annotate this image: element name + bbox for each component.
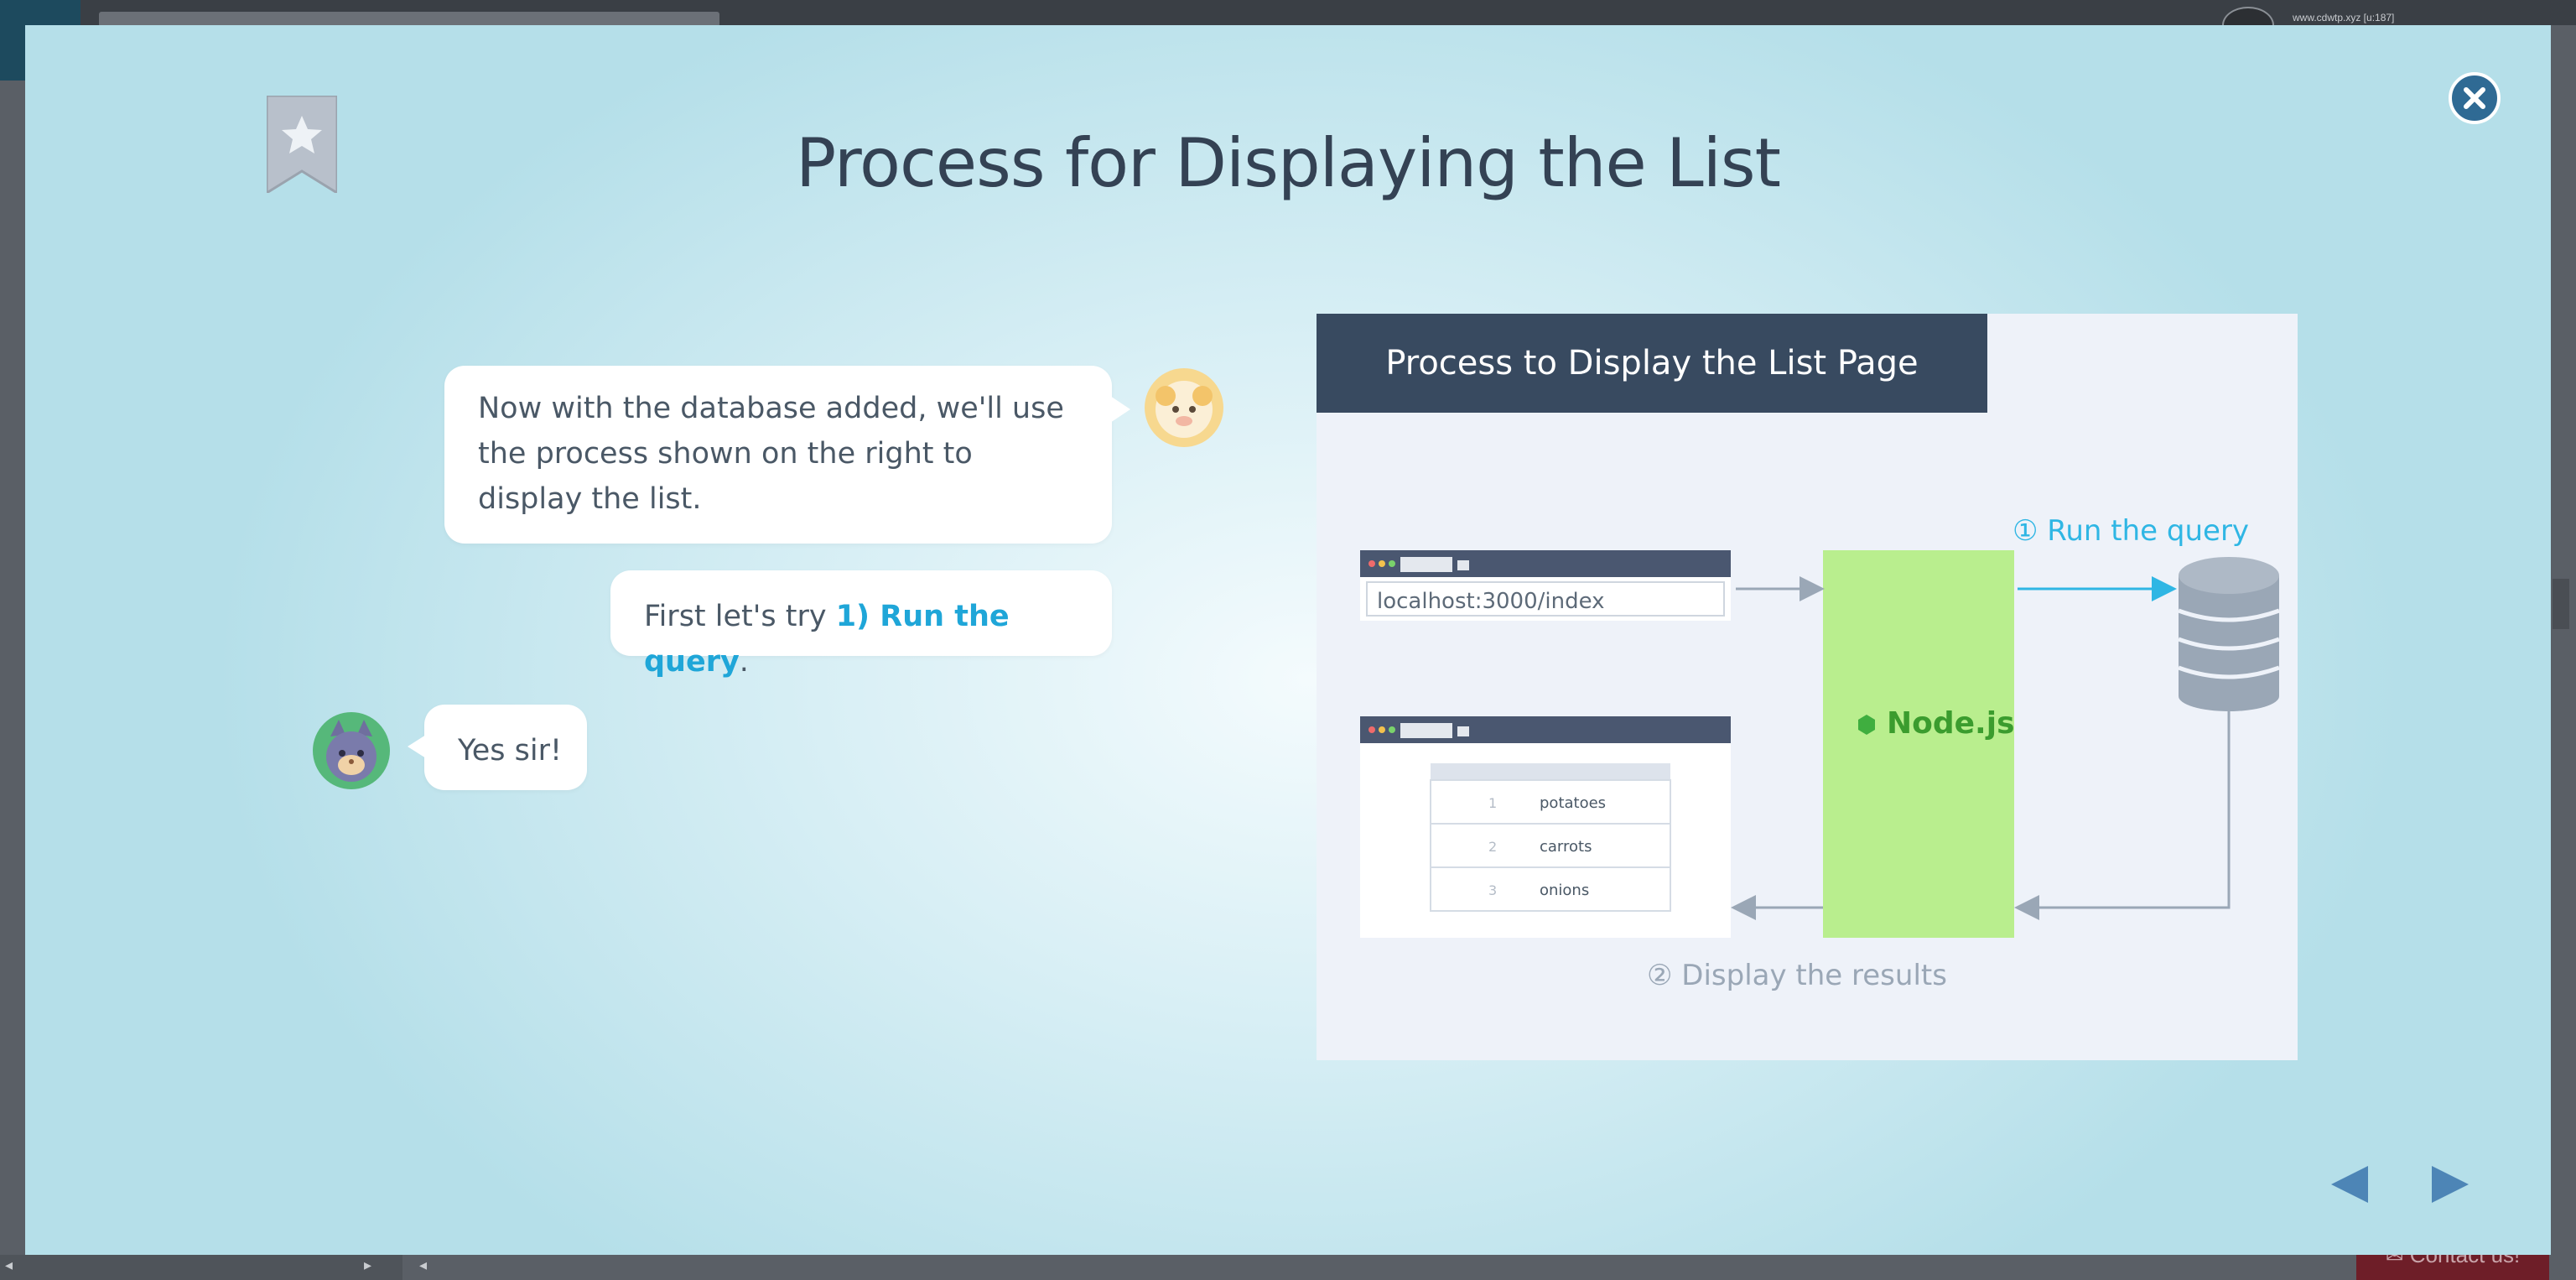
database-icon xyxy=(2178,557,2280,711)
cat-reply-bubble: Yes sir! xyxy=(408,705,587,790)
sheep-avatar-icon xyxy=(1145,368,1223,447)
close-button[interactable] xyxy=(2449,72,2501,124)
result-arrow xyxy=(2014,711,2231,920)
step1-label: ① Run the query xyxy=(2012,514,2249,548)
close-icon xyxy=(2464,87,2485,109)
sheep-message-bubble: Now with the database added, we'll use t… xyxy=(444,366,1130,544)
background-scrollbar xyxy=(2553,579,2569,629)
sheep-message2-prefix: First let's try xyxy=(644,600,836,633)
list-row-item: carrots xyxy=(1540,838,1592,856)
page-title: Process for Displaying the List xyxy=(796,124,1781,202)
list-row-number: 1 xyxy=(1488,795,1497,811)
browser-window-request xyxy=(1360,550,1731,621)
nodejs-label: Node.js xyxy=(1887,706,2015,741)
background-scroll-right-icon: ▸ xyxy=(364,1257,372,1274)
sheep-message2-suffix: . xyxy=(739,645,749,679)
lesson-modal: Process for Displaying the List Now with… xyxy=(25,25,2551,1255)
background-scroll-left-icon: ◂ xyxy=(5,1257,13,1274)
diagram-canvas: localhost:3000/index Node.js ① Run the q… xyxy=(1360,514,2280,992)
nodejs-server-box xyxy=(1823,550,2014,938)
list-row-number: 2 xyxy=(1488,839,1497,855)
url-text: localhost:3000/index xyxy=(1377,589,1605,614)
list-row-item: onions xyxy=(1540,882,1589,899)
step2-label: ② Display the results xyxy=(1647,959,1947,992)
cat-avatar-icon xyxy=(313,712,390,789)
browser-window-result xyxy=(1360,716,1731,938)
previous-slide-button[interactable] xyxy=(2324,1159,2375,1210)
triangle-left-icon xyxy=(2331,1166,2368,1203)
background-bottom-bar xyxy=(0,1255,402,1280)
background-scroll-left-icon-2: ◂ xyxy=(419,1257,428,1274)
next-slide-button[interactable] xyxy=(2425,1159,2475,1210)
cat-reply-text: Yes sir! xyxy=(458,734,563,767)
list-row-item: potatoes xyxy=(1540,794,1606,812)
sheep-message2-bubble: First let's try 1) Run the query. xyxy=(610,570,1112,679)
diagram-header: Process to Display the List Page xyxy=(1317,314,1987,413)
process-diagram: Process to Display the List Page localho… xyxy=(1317,314,2298,1060)
nodejs-hex-icon xyxy=(1858,715,1875,735)
sheep-message-text: Now with the database added, we'll use t… xyxy=(478,392,1064,516)
triangle-right-icon xyxy=(2432,1166,2469,1203)
list-row-number: 3 xyxy=(1488,882,1497,898)
background-user-text: www.cdwtp.xyz [u:187] xyxy=(2293,12,2395,23)
